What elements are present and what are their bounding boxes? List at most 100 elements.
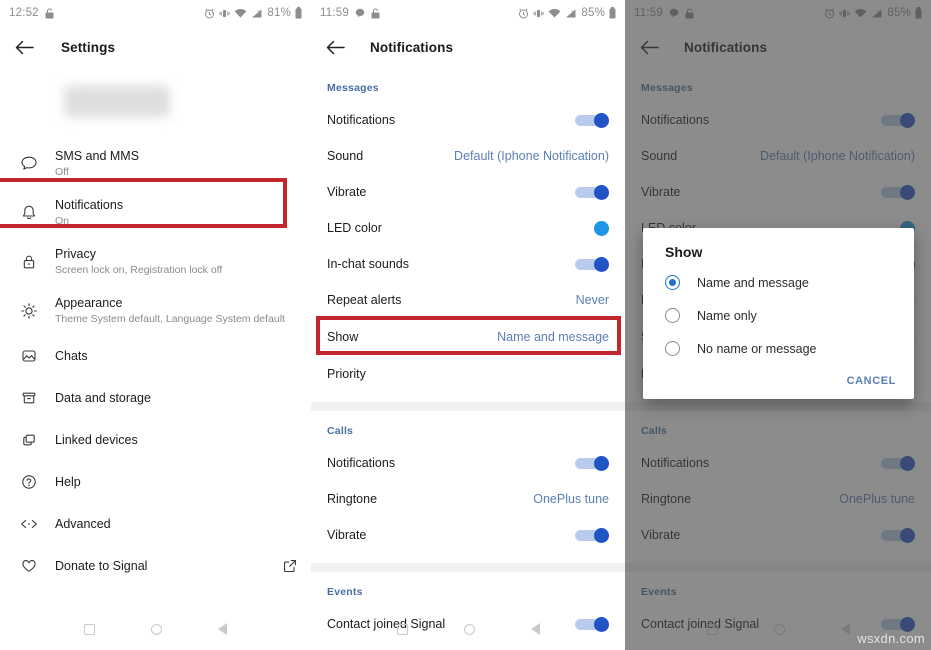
sidebar-item-label: Chats [55, 349, 88, 363]
app-bar: Notifications [311, 26, 625, 68]
row-label: Vibrate [327, 528, 367, 542]
sidebar-item-sublabel: Theme System default, Language System de… [55, 312, 285, 325]
row-messages-in-chat-sounds[interactable]: In-chat sounds [311, 246, 625, 282]
alarm-icon [204, 8, 215, 19]
vibrate-icon [533, 8, 545, 19]
row-label: Ringtone [327, 492, 378, 506]
profile-avatar-blurred[interactable] [64, 84, 170, 118]
watermark: wsxdn.com [857, 631, 925, 646]
row-label: Priority [327, 367, 366, 381]
sidebar-item-privacy[interactable]: Privacy Screen lock on, Registration loc… [0, 237, 311, 286]
sidebar-item-linked-devices[interactable]: Linked devices [0, 419, 311, 461]
dialog-actions: CANCEL [643, 365, 914, 393]
toggle-calls-notifications[interactable] [575, 456, 609, 471]
toggle-messages-notifications[interactable] [575, 113, 609, 128]
battery-percent: 81% [267, 7, 291, 19]
battery-percent: 85% [581, 7, 605, 19]
radio-selected-icon[interactable] [665, 275, 680, 290]
led-color-dot-icon[interactable] [594, 220, 609, 236]
toggle-in-chat-sounds[interactable] [575, 257, 609, 272]
row-messages-led-color[interactable]: LED color [311, 210, 625, 246]
row-value: OnePlus tune [533, 492, 609, 506]
row-messages-notifications[interactable]: Notifications [311, 102, 625, 138]
message-icon [355, 8, 365, 18]
row-label: Vibrate [327, 185, 367, 199]
signal-icon: x [565, 8, 577, 19]
row-label: Notifications [327, 113, 396, 127]
help-icon [12, 473, 46, 491]
dialog-option-label: No name or message [697, 341, 817, 356]
sidebar-item-label: Appearance [55, 295, 123, 310]
radio-unselected-icon[interactable] [665, 308, 680, 323]
row-messages-show[interactable]: Show Name and message [311, 318, 625, 356]
sidebar-item-label: Notifications [55, 197, 124, 212]
sidebar-item-sublabel: On [55, 214, 70, 227]
status-bar: 11:59 x [311, 0, 625, 26]
android-nav-bar [0, 608, 311, 650]
row-messages-priority[interactable]: Priority [311, 356, 625, 392]
dialog-option-name-only[interactable]: Name only [643, 299, 914, 332]
circle-icon[interactable] [463, 623, 475, 635]
external-link-icon [283, 559, 297, 573]
sidebar-item-help[interactable]: Help [0, 461, 311, 503]
row-messages-repeat-alerts[interactable]: Repeat alerts Never [311, 282, 625, 318]
triangle-back-icon[interactable] [218, 623, 227, 635]
row-calls-vibrate[interactable]: Vibrate [311, 517, 625, 553]
bell-icon [12, 204, 46, 222]
dialog-option-no-name-or-message[interactable]: No name or message [643, 332, 914, 365]
square-icon[interactable] [396, 623, 408, 635]
battery-icon [609, 7, 616, 19]
row-messages-vibrate[interactable]: Vibrate [311, 174, 625, 210]
section-header-events: Events [327, 586, 363, 598]
sidebar-item-data-and-storage[interactable]: Data and storage [0, 377, 311, 419]
status-time: 12:52 [9, 7, 39, 19]
radio-unselected-icon[interactable] [665, 341, 680, 356]
image-icon [12, 347, 46, 365]
panel-settings: 12:52 x 81% Settings SMS and MMS Off Not… [0, 0, 311, 650]
dialog-option-label: Name only [697, 308, 757, 323]
row-calls-notifications[interactable]: Notifications [311, 445, 625, 481]
circle-icon[interactable] [151, 623, 162, 635]
sidebar-item-advanced[interactable]: Advanced [0, 503, 311, 545]
battery-icon [295, 7, 302, 19]
sidebar-item-label: Donate to Signal [55, 559, 148, 573]
row-calls-ringtone[interactable]: Ringtone OnePlus tune [311, 481, 625, 517]
row-label: LED color [327, 221, 382, 235]
dialog-option-name-and-message[interactable]: Name and message [643, 266, 914, 299]
back-arrow-icon[interactable] [324, 36, 346, 58]
toggle-calls-vibrate[interactable] [575, 528, 609, 543]
row-label: Repeat alerts [327, 293, 402, 307]
devices-icon [12, 431, 46, 449]
brightness-icon [12, 302, 46, 320]
lock-icon [371, 8, 380, 19]
settings-list: SMS and MMS Off Notifications On Privacy… [0, 139, 311, 587]
dialog-option-label: Name and message [697, 275, 809, 290]
row-messages-sound[interactable]: Sound Default (Iphone Notification) [311, 138, 625, 174]
page-title: Settings [61, 39, 116, 55]
cancel-button[interactable]: CANCEL [847, 375, 896, 387]
square-icon[interactable] [84, 623, 95, 635]
sidebar-item-donate-to-signal[interactable]: Donate to Signal [0, 545, 311, 587]
sidebar-item-notifications[interactable]: Notifications On [0, 188, 311, 237]
row-value: Default (Iphone Notification) [454, 149, 609, 163]
sidebar-item-chats[interactable]: Chats [0, 335, 311, 377]
sidebar-item-label: Privacy [55, 246, 96, 261]
triangle-back-icon[interactable] [530, 623, 540, 635]
sidebar-item-sms-mms[interactable]: SMS and MMS Off [0, 139, 311, 188]
sidebar-item-sublabel: Off [55, 165, 69, 178]
show-dialog: Show Name and message Name only No name … [643, 228, 914, 399]
wifi-icon [234, 8, 247, 19]
archive-icon [12, 389, 46, 407]
android-nav-bar [311, 608, 625, 650]
status-time: 11:59 [320, 7, 349, 19]
sidebar-item-appearance[interactable]: Appearance Theme System default, Languag… [0, 286, 311, 335]
toggle-messages-vibrate[interactable] [575, 185, 609, 200]
section-divider [311, 563, 625, 572]
back-arrow-icon[interactable] [13, 36, 35, 58]
svg-text:x: x [572, 8, 574, 13]
sidebar-item-label: Help [55, 475, 81, 489]
row-label: Sound [327, 149, 364, 163]
app-bar: Settings [0, 26, 311, 68]
lock-icon [45, 8, 54, 19]
status-bar: 12:52 x 81% [0, 0, 311, 26]
